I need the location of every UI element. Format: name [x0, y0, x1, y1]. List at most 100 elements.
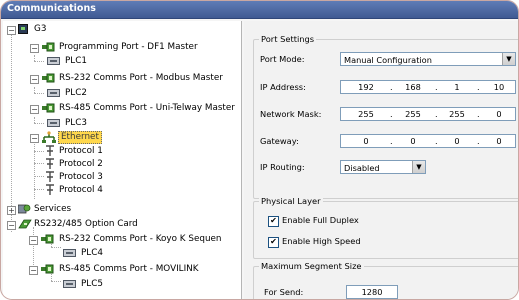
- gateway-label: Gateway:: [260, 136, 299, 146]
- tree-item-label: RS-232 Comms Port - Modbus Master: [59, 73, 223, 83]
- tree-item-option-card[interactable]: − RS232/485 Option Card: [3, 218, 241, 231]
- plc-icon: [47, 57, 60, 65]
- physical-layer-group: Physical Layer ✔ Enable Full Duplex ✔ En…: [253, 196, 518, 259]
- mask-octet[interactable]: 255: [444, 108, 470, 120]
- tree-item-ethernet[interactable]: − Ethernet: [3, 131, 241, 144]
- high-speed-checkbox[interactable]: ✔: [268, 237, 279, 248]
- tree-item-label: PLC1: [65, 56, 87, 66]
- port-icon: [41, 264, 54, 274]
- gateway-dot: .: [390, 136, 393, 146]
- ip-routing-select[interactable]: Disabled ▼: [340, 160, 426, 174]
- tree-item-protocol-4[interactable]: Protocol 4: [3, 184, 241, 197]
- network-mask-field[interactable]: 255 . 255 . 255 . 0: [340, 107, 516, 121]
- port-icon: [41, 234, 54, 244]
- collapse-icon[interactable]: −: [7, 26, 16, 35]
- tree-item-label: Protocol 1: [59, 146, 103, 156]
- protocol-icon: [46, 145, 54, 156]
- gateway-dot: .: [435, 136, 438, 146]
- ip-octet[interactable]: 168: [400, 81, 426, 93]
- collapse-icon[interactable]: −: [29, 236, 38, 245]
- plc-icon: [47, 119, 60, 127]
- chevron-down-icon[interactable]: ▼: [502, 53, 515, 65]
- device-icon: [18, 24, 28, 34]
- collapse-icon[interactable]: −: [7, 221, 16, 230]
- group-title: Physical Layer: [259, 196, 323, 206]
- gateway-octet[interactable]: 0: [353, 135, 379, 147]
- tree-item-plc5[interactable]: PLC5: [3, 278, 241, 291]
- collapse-icon[interactable]: −: [30, 44, 39, 53]
- mask-dot: .: [477, 109, 480, 119]
- gateway-octet[interactable]: 0: [486, 135, 512, 147]
- mask-octet[interactable]: 0: [486, 108, 512, 120]
- tree-item-label: PLC2: [65, 88, 87, 98]
- mask-dot: .: [435, 109, 438, 119]
- tree-item-label: RS-485 Comms Port - Uni-Telway Master: [59, 103, 235, 113]
- port-icon: [42, 73, 55, 83]
- ip-octet[interactable]: 10: [486, 81, 512, 93]
- plc-icon: [63, 280, 76, 288]
- gateway-octet[interactable]: 0: [444, 135, 470, 147]
- ip-address-label: IP Address:: [260, 82, 306, 92]
- tree-item-services[interactable]: + Services: [3, 203, 241, 216]
- tree-item-protocol-2[interactable]: Protocol 2: [3, 158, 241, 171]
- tree-item-plc4[interactable]: PLC4: [3, 247, 241, 260]
- port-mode-label: Port Mode:: [260, 54, 305, 64]
- tree-item-label-selected: Ethernet: [58, 131, 102, 144]
- tree-item-protocol-1[interactable]: Protocol 1: [3, 145, 241, 158]
- tree-item-g3[interactable]: − G3: [3, 23, 241, 36]
- tree-item-label: Protocol 4: [59, 185, 103, 195]
- tree-item-label: RS232/485 Option Card: [34, 219, 138, 229]
- tree-item-protocol-3[interactable]: Protocol 3: [3, 171, 241, 184]
- gateway-field[interactable]: 0 . 0 . 0 . 0: [340, 134, 516, 148]
- ip-routing-label: IP Routing:: [260, 162, 305, 172]
- port-settings-group: Port Settings Port Mode: Manual Configur…: [253, 34, 518, 199]
- port-mode-select[interactable]: Manual Configuration ▼: [340, 52, 516, 66]
- expand-icon[interactable]: +: [7, 206, 16, 215]
- settings-panel: Port Settings Port Mode: Manual Configur…: [244, 21, 518, 299]
- tree-item-label: Services: [34, 204, 72, 214]
- tree-item-rs232-koyo[interactable]: − RS-232 Comms Port - Koyo K Sequen: [3, 233, 241, 246]
- chevron-down-icon[interactable]: ▼: [412, 161, 425, 173]
- ip-dot: .: [435, 82, 438, 92]
- tree-item-programming-port[interactable]: − Programming Port - DF1 Master: [3, 41, 241, 54]
- tree-item-label: Protocol 2: [59, 159, 103, 169]
- tree-item-label: RS-485 Comms Port - MOVILINK: [59, 264, 199, 274]
- tree-item-plc1[interactable]: PLC1: [3, 55, 241, 68]
- tree-item-rs232-modbus[interactable]: − RS-232 Comms Port - Modbus Master: [3, 72, 241, 85]
- for-send-label: For Send:: [264, 287, 304, 297]
- gateway-octet[interactable]: 0: [400, 135, 426, 147]
- network-mask-label: Network Mask:: [260, 109, 322, 119]
- collapse-icon[interactable]: −: [30, 75, 39, 84]
- tree-item-label: G3: [34, 24, 47, 34]
- ip-octet[interactable]: 1: [444, 81, 470, 93]
- tree-item-label: PLC4: [81, 248, 103, 258]
- tree-item-plc3[interactable]: PLC3: [3, 117, 241, 130]
- protocol-icon: [46, 184, 54, 195]
- high-speed-label: Enable High Speed: [282, 236, 361, 246]
- full-duplex-checkbox[interactable]: ✔: [268, 216, 279, 227]
- tree-item-label: RS-232 Comms Port - Koyo K Sequen: [59, 234, 222, 244]
- group-title: Maximum Segment Size: [259, 261, 364, 271]
- for-send-input[interactable]: 1280: [346, 285, 398, 299]
- mask-octet[interactable]: 255: [400, 108, 426, 120]
- tree-item-rs485-unitelway[interactable]: − RS-485 Comms Port - Uni-Telway Master: [3, 102, 241, 115]
- protocol-icon: [46, 171, 54, 182]
- mask-octet[interactable]: 255: [353, 108, 379, 120]
- window-title: Communications: [7, 3, 96, 14]
- services-icon: [18, 204, 31, 214]
- ip-routing-value: Disabled: [344, 163, 380, 173]
- port-icon: [42, 42, 55, 52]
- collapse-icon[interactable]: −: [30, 134, 39, 143]
- tree-item-label: PLC5: [81, 279, 103, 289]
- group-title: Port Settings: [259, 34, 317, 44]
- port-mode-value: Manual Configuration: [344, 55, 432, 65]
- gateway-dot: .: [477, 136, 480, 146]
- communications-tree[interactable]: − G3 − Programming Port - DF1 Master PLC…: [3, 21, 242, 299]
- mask-dot: .: [390, 109, 393, 119]
- collapse-icon[interactable]: −: [30, 105, 39, 114]
- tree-item-plc2[interactable]: PLC2: [3, 87, 241, 100]
- ip-address-field[interactable]: 192 . 168 . 1 . 10: [340, 80, 516, 94]
- tree-item-rs485-movilink[interactable]: − RS-485 Comms Port - MOVILINK: [3, 263, 241, 276]
- ip-octet[interactable]: 192: [353, 81, 379, 93]
- collapse-icon[interactable]: −: [29, 266, 38, 275]
